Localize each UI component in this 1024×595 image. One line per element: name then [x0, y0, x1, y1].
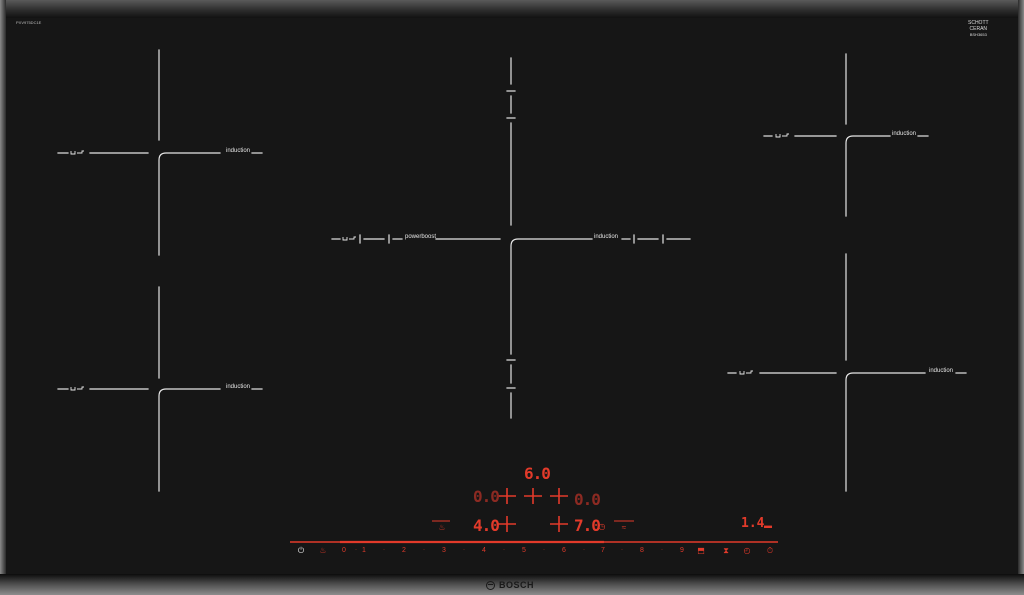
timer-icon[interactable]: ◴ — [742, 546, 752, 556]
slider-tick[interactable]: · — [383, 547, 385, 553]
cooktop: PXV975DC1E SCHOTT CERAN BSH3653 inductio… — [0, 0, 1024, 595]
timer-minus-icon[interactable]: ▬ — [763, 521, 773, 531]
frying-sensor-icon[interactable]: ♨ — [437, 523, 447, 533]
slider-7[interactable]: 7 — [601, 547, 605, 554]
zone-center-symbol — [342, 236, 356, 241]
zone-center-power-label: powerboost — [405, 234, 437, 240]
slider-tick[interactable]: · — [423, 547, 425, 553]
zone-left-top-corner — [158, 152, 221, 256]
zone-right-bottom-label: induction — [929, 368, 954, 374]
slider-tick[interactable]: · — [503, 547, 505, 553]
zone-left-bottom-label: induction — [226, 384, 251, 390]
brand-logo: BOSCH — [486, 578, 534, 592]
zone-right-bottom-symbol — [739, 370, 753, 375]
bosch-armature-icon — [486, 580, 495, 590]
plus-marker-4 — [498, 516, 516, 532]
slider-tick[interactable]: · — [543, 547, 545, 553]
slider-tick[interactable]: · — [621, 547, 623, 553]
slider-5[interactable]: 5 — [522, 547, 526, 554]
slider-9[interactable]: 9 — [680, 547, 684, 554]
display-left-bottom[interactable]: 4.0 — [473, 516, 500, 535]
zone-center-label: induction — [594, 234, 619, 240]
childlock-icon[interactable]: ⏱ — [765, 546, 775, 556]
plus-marker-3 — [550, 488, 568, 504]
zone-left-top-label: induction — [226, 148, 251, 154]
brand-name: BOSCH — [499, 580, 535, 590]
zone-right-top-symbol — [775, 133, 789, 138]
frying-sensor-right-icon[interactable]: ≈ — [619, 523, 629, 533]
zone-right-top-corner — [845, 135, 891, 217]
slider-8[interactable]: 8 — [640, 547, 644, 554]
plus-marker-5 — [550, 516, 568, 532]
zone-center-corner — [510, 238, 593, 355]
slider-tick[interactable]: · — [355, 547, 357, 553]
flexinduction-icon[interactable]: ♨ — [318, 546, 328, 556]
zone-right-bottom-corner — [845, 372, 926, 492]
plus-marker-1 — [498, 488, 516, 504]
slider-4[interactable]: 4 — [482, 547, 486, 554]
zone-markings — [57, 49, 967, 544]
stopwatch-icon[interactable]: ⧗ — [721, 546, 731, 556]
slider-1[interactable]: 1 — [362, 547, 366, 554]
display-top[interactable]: 6.0 — [524, 464, 551, 483]
zone-left-bottom-corner — [158, 388, 221, 492]
zone-left-top-symbol — [70, 150, 84, 155]
slider-tick[interactable]: · — [661, 547, 663, 553]
clock-icon[interactable]: ◷ — [597, 522, 607, 532]
powerboost-icon[interactable]: ⬒ — [696, 546, 706, 556]
plus-marker-2 — [524, 488, 542, 504]
slider-3[interactable]: 3 — [442, 547, 446, 554]
power-icon[interactable]: ⏻ — [296, 546, 306, 556]
slider-tick[interactable]: · — [463, 547, 465, 553]
slider-tick[interactable]: · — [583, 547, 585, 553]
zone-right-top-label: induction — [892, 131, 917, 137]
slider-6[interactable]: 6 — [562, 547, 566, 554]
display-timer[interactable]: 1.4 — [741, 516, 764, 531]
zone-left-bottom-symbol — [70, 386, 84, 391]
slider-0[interactable]: 0 — [342, 547, 346, 554]
slider-2[interactable]: 2 — [402, 547, 406, 554]
display-right-pair[interactable]: 0.0 — [574, 490, 601, 509]
display-left-pair[interactable]: 0.0 — [473, 487, 500, 506]
